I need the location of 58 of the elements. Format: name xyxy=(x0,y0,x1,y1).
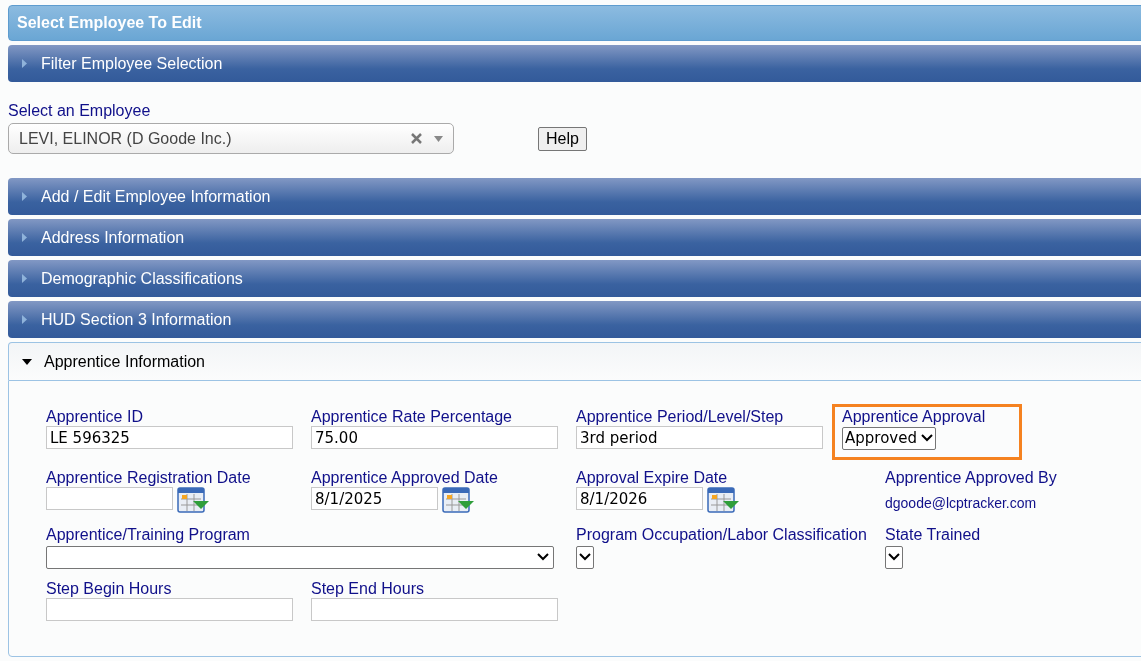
text-field[interactable]: 75.00 xyxy=(311,426,558,449)
dropdown-caret-icon xyxy=(434,135,443,142)
section-title: HUD Section 3 Information xyxy=(41,309,232,330)
calendar-icon[interactable] xyxy=(442,487,474,515)
section-header[interactable]: Demographic Classifications xyxy=(8,260,1141,297)
field-label: Apprentice Approved Date xyxy=(311,468,498,487)
text-field[interactable]: 3rd period xyxy=(576,426,823,449)
employee-select[interactable]: LEVI, ELINOR (D Goode Inc.) xyxy=(8,123,454,154)
dropdown-field[interactable] xyxy=(46,545,554,569)
field-label: Select an Employee xyxy=(8,101,151,120)
field-label: Apprentice ID xyxy=(46,407,143,426)
date-field[interactable]: 8/1/2025 xyxy=(311,487,438,510)
field-label: Apprentice Registration Date xyxy=(46,468,251,487)
field-label: Apprentice Approval xyxy=(842,407,986,426)
field-label: Approval Expire Date xyxy=(576,468,728,487)
date-field[interactable]: 8/1/2026 xyxy=(576,487,703,510)
help-button[interactable]: Help xyxy=(538,127,587,151)
section-header[interactable]: Filter Employee Selection xyxy=(8,45,1141,82)
field-label: State Trained xyxy=(885,525,981,544)
field-label: Step Begin Hours xyxy=(46,578,172,598)
chevron-down-icon xyxy=(579,553,591,561)
field-label: Apprentice Period/Level/Step xyxy=(576,407,784,426)
dropdown-field[interactable]: Approved xyxy=(842,426,936,450)
approver-email: dgoode@lcptracker.com xyxy=(885,494,1037,513)
clear-icon[interactable] xyxy=(411,133,422,144)
caret-right-icon xyxy=(22,274,27,283)
caret-down-icon xyxy=(22,358,32,365)
caret-right-icon xyxy=(22,59,27,68)
caret-right-icon xyxy=(22,192,27,201)
chevron-down-icon xyxy=(537,553,549,561)
caret-right-icon xyxy=(22,233,27,242)
calendar-icon[interactable] xyxy=(177,487,209,515)
text-field[interactable] xyxy=(46,597,293,621)
select-value: LEVI, ELINOR (D Goode Inc.) xyxy=(19,128,233,149)
text-field[interactable]: LE 596325 xyxy=(46,426,293,449)
page-title: Select Employee To Edit xyxy=(8,5,1141,41)
date-field[interactable] xyxy=(46,487,173,510)
calendar-icon[interactable] xyxy=(707,487,739,515)
chevron-down-icon xyxy=(888,553,900,561)
section-header[interactable]: Apprentice Information xyxy=(8,342,1141,380)
section-title: Add / Edit Employee Information xyxy=(41,186,271,207)
dropdown-field[interactable] xyxy=(576,545,594,569)
section-title: Demographic Classifications xyxy=(41,268,243,289)
section-title: Address Information xyxy=(41,227,185,248)
field-label: Apprentice/Training Program xyxy=(46,525,250,544)
caret-right-icon xyxy=(22,315,27,324)
section-title: Apprentice Information xyxy=(44,351,205,372)
field-label: Apprentice Rate Percentage xyxy=(311,407,512,426)
field-label: Apprentice Approved By xyxy=(885,468,1057,487)
section-header[interactable]: Address Information xyxy=(8,219,1141,256)
section-title: Filter Employee Selection xyxy=(41,53,223,74)
section-header[interactable]: HUD Section 3 Information xyxy=(8,301,1141,338)
dropdown-field[interactable] xyxy=(885,545,903,569)
field-label: Program Occupation/Labor Classification xyxy=(576,525,867,544)
text-field[interactable] xyxy=(311,597,558,621)
field-label: Step End Hours xyxy=(311,578,424,598)
chevron-down-icon xyxy=(920,434,933,443)
section-header[interactable]: Add / Edit Employee Information xyxy=(8,178,1141,215)
